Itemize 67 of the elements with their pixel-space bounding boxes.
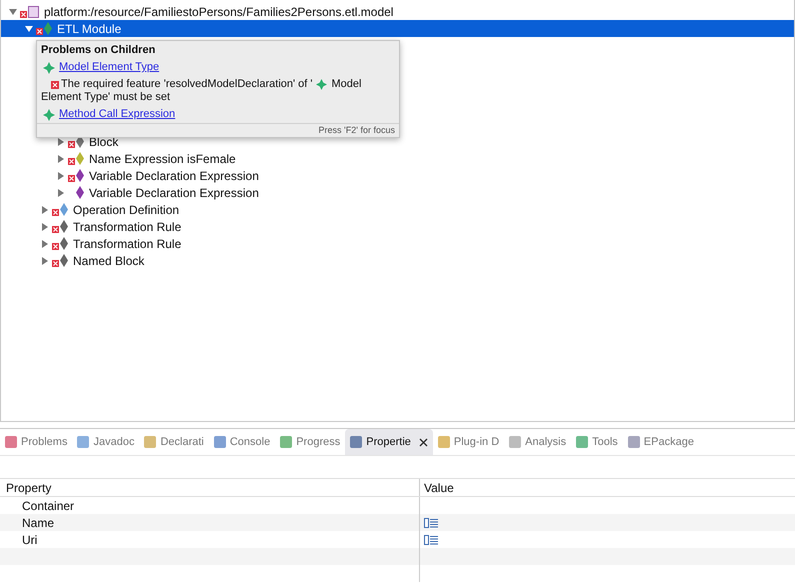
tree-item-label: Name Expression isFemale	[89, 152, 236, 166]
tree-item-label: ETL Module	[57, 22, 122, 36]
problem-message: Model	[332, 78, 362, 91]
expand-triangle-icon[interactable]	[57, 172, 65, 180]
tooltip-title: Problems on Children	[40, 43, 156, 58]
tree-item[interactable]: Transformation Rule	[1, 218, 794, 235]
error-icon	[51, 80, 59, 88]
tree-item[interactable]: platform:/resource/FamiliestoPersons/Families2Persons.etl.model	[1, 3, 794, 20]
tree-item[interactable]: Named Block	[1, 252, 794, 269]
tree-item-label: Variable Declaration Expression	[89, 186, 259, 200]
tree-item[interactable]: Variable Declaration Expression	[1, 167, 794, 184]
element-link[interactable]: Method Call Expression	[59, 108, 176, 121]
expand-triangle-icon[interactable]	[57, 138, 65, 146]
expand-triangle-icon[interactable]	[57, 188, 65, 196]
element-link[interactable]: Model Element Type	[59, 61, 160, 74]
tree-item-label: Transformation Rule	[73, 220, 182, 234]
view-icon	[77, 436, 90, 448]
close-icon[interactable]	[418, 438, 428, 446]
expand-triangle-icon[interactable]	[9, 8, 17, 16]
view-icon	[350, 436, 362, 448]
column-header: Value	[423, 480, 455, 496]
view-tab[interactable]: Problems	[0, 429, 72, 455]
expand-triangle-icon[interactable]	[41, 222, 49, 230]
expand-triangle-icon[interactable]	[57, 154, 65, 162]
model-file-icon	[28, 6, 39, 18]
tree-item[interactable]: Operation Definition	[1, 201, 794, 218]
property-name: Uri	[22, 532, 38, 546]
view-tab[interactable]: EPackage	[622, 429, 699, 455]
view-icon	[5, 436, 17, 448]
view-tab[interactable]: Plug-in D	[432, 429, 504, 455]
view-icon	[144, 436, 156, 448]
expand-triangle-icon[interactable]	[41, 240, 49, 248]
diamond-icon	[43, 108, 55, 120]
view-icon	[509, 436, 522, 448]
expand-triangle-icon[interactable]	[41, 206, 49, 214]
tree-item-label: Transformation Rule	[73, 236, 182, 250]
view-icon	[280, 436, 292, 448]
column-header: Property	[0, 479, 420, 496]
tree-item-label: Block	[89, 134, 118, 148]
tree-item-label: Named Block	[73, 254, 144, 268]
view-tab[interactable]: Propertie	[345, 429, 433, 455]
tree-item[interactable]: ETL Module	[1, 20, 794, 37]
problem-message: Element Type' must be set	[41, 91, 170, 103]
tree-item-label: Variable Declaration Expression	[89, 168, 259, 182]
tree-item-label: Operation Definition	[73, 202, 180, 216]
tree-item[interactable]: Name Expression isFemale	[1, 150, 794, 167]
view-tab[interactable]: Javadoc	[72, 429, 140, 455]
expand-triangle-icon[interactable]	[41, 256, 49, 264]
view-tab[interactable]: Declarati	[139, 429, 209, 455]
tree-item-label: platform:/resource/FamiliestoPersons/Families2Persons.etl.model	[44, 4, 394, 18]
diamond-icon	[316, 79, 326, 90]
view-tab[interactable]: Progress	[275, 429, 346, 455]
tree-item[interactable]: Variable Declaration Expression	[1, 184, 794, 201]
view-icon	[214, 436, 226, 448]
tree-item[interactable]: Transformation Rule	[1, 235, 794, 252]
view-icon	[576, 436, 588, 448]
problem-message: The required feature 'resolvedModelDeclaration' of '	[61, 78, 312, 91]
view-tab[interactable]: Analysis	[504, 429, 572, 455]
view-icon	[628, 436, 640, 448]
view-tab[interactable]: Tools	[571, 429, 623, 455]
property-name: Container	[22, 498, 74, 512]
property-name: Name	[22, 516, 54, 530]
focus-hint: Press 'F2' for focus	[318, 125, 395, 135]
view-tab[interactable]: Console	[208, 429, 276, 455]
expand-triangle-icon[interactable]	[25, 24, 33, 32]
view-icon	[438, 436, 450, 448]
diamond-icon	[43, 62, 55, 74]
